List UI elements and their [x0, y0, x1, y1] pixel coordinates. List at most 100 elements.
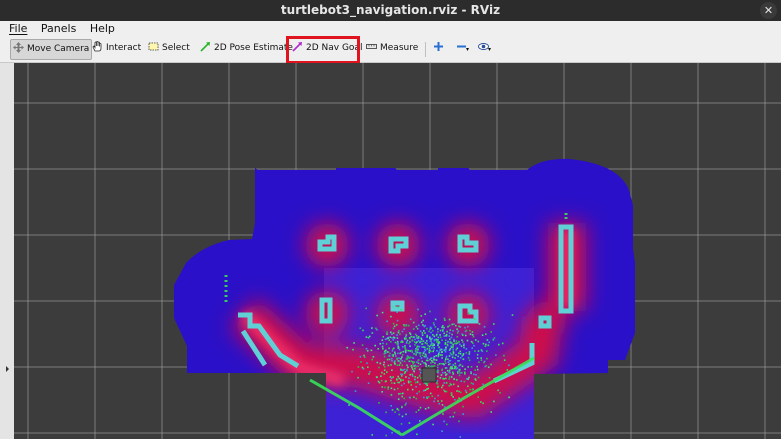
scan-point	[444, 343, 447, 345]
remove-tool-button[interactable]: ▾	[456, 39, 470, 58]
scan-point	[392, 355, 394, 357]
scan-point	[444, 319, 446, 321]
scan-point	[449, 371, 451, 374]
expand-arrow-icon[interactable]	[6, 366, 9, 372]
scan-point	[423, 389, 425, 392]
scan-point	[400, 392, 402, 395]
scan-point	[363, 354, 365, 357]
scan-point	[424, 389, 427, 391]
scan-point	[454, 357, 456, 359]
select-button[interactable]: Select	[148, 39, 190, 58]
scan-point	[430, 365, 433, 367]
scan-point	[383, 366, 386, 368]
scan-point	[415, 325, 418, 328]
scan-point	[459, 368, 461, 371]
scan-point	[440, 362, 443, 365]
scan-point	[361, 366, 364, 369]
scan-point	[401, 373, 404, 376]
scan-point	[391, 350, 394, 352]
scan-point	[434, 326, 437, 328]
scan-point	[465, 329, 468, 332]
scan-point	[394, 341, 397, 344]
scan-point	[432, 322, 435, 324]
scan-point	[473, 318, 476, 320]
side-panel-handle[interactable]	[0, 63, 14, 439]
scan-point	[464, 368, 466, 370]
scan-point	[421, 360, 423, 363]
scan-point	[348, 404, 350, 406]
scan-point	[503, 359, 506, 361]
scan-point	[436, 366, 439, 369]
move-camera-button[interactable]: Move Camera	[10, 39, 92, 60]
scan-point	[457, 360, 459, 362]
scan-point	[426, 342, 428, 345]
scan-point	[443, 420, 445, 423]
scan-point	[414, 349, 417, 352]
scan-point	[410, 335, 412, 338]
scan-point	[392, 322, 395, 325]
scan-point	[445, 374, 447, 376]
scan-point	[377, 348, 379, 350]
scan-point	[464, 326, 466, 329]
scan-point	[431, 395, 434, 397]
scan-point	[395, 324, 398, 326]
menu-help[interactable]: Help	[85, 21, 120, 37]
scan-point	[384, 386, 386, 389]
scan-point	[417, 409, 420, 411]
scan-point	[377, 380, 380, 383]
scan-point	[436, 380, 439, 382]
scan-point	[458, 390, 460, 393]
scan-point	[428, 349, 431, 351]
scan-point	[416, 376, 419, 379]
scan-point	[444, 350, 447, 353]
scan-point	[423, 350, 426, 353]
scan-point	[477, 376, 480, 379]
interact-button[interactable]: Interact	[92, 39, 141, 58]
scan-point	[448, 376, 451, 378]
close-icon[interactable]: ✕	[760, 2, 777, 19]
scan-point	[391, 369, 393, 371]
scan-point	[471, 388, 474, 391]
scan-point	[443, 363, 445, 366]
scan-point	[424, 346, 426, 348]
view-tool-button[interactable]: ▾	[478, 39, 492, 58]
map-render	[14, 63, 781, 439]
add-tool-button[interactable]	[433, 39, 447, 58]
scan-point	[422, 324, 424, 326]
scan-point	[414, 376, 416, 378]
menu-file[interactable]: File	[4, 21, 32, 37]
scan-point	[397, 387, 399, 390]
toolbar: Move Camera Interact Select 2D Pose Esti…	[0, 37, 781, 63]
scan-point	[390, 315, 392, 318]
scan-point	[412, 357, 415, 359]
scan-point	[437, 355, 440, 358]
scan-point	[426, 382, 429, 385]
scan-point	[354, 390, 357, 392]
scan-point	[394, 351, 396, 354]
scan-point	[454, 362, 457, 365]
window-title: turtlebot3_navigation.rviz - RViz	[280, 3, 501, 17]
scan-point	[449, 382, 451, 385]
scan-point	[475, 374, 477, 376]
scan-point	[458, 374, 461, 377]
scan-point	[418, 390, 421, 393]
scan-point	[455, 342, 457, 345]
scan-point	[417, 362, 420, 364]
3d-viewport[interactable]	[14, 63, 781, 439]
menu-panels[interactable]: Panels	[36, 21, 81, 37]
scan-point	[407, 380, 410, 383]
scan-point	[376, 314, 378, 317]
scan-point	[392, 376, 394, 378]
scan-point	[409, 333, 412, 335]
scan-point	[408, 342, 410, 345]
scan-point	[470, 366, 473, 368]
scan-point	[411, 375, 414, 377]
pose-estimate-button[interactable]: 2D Pose Estimate	[200, 39, 293, 58]
ruler-icon	[366, 41, 377, 52]
measure-button[interactable]: Measure	[366, 39, 418, 58]
scan-point	[481, 334, 484, 336]
scan-point	[455, 368, 457, 370]
scan-point	[381, 345, 384, 348]
scan-point	[411, 349, 413, 352]
scan-point	[411, 339, 413, 342]
